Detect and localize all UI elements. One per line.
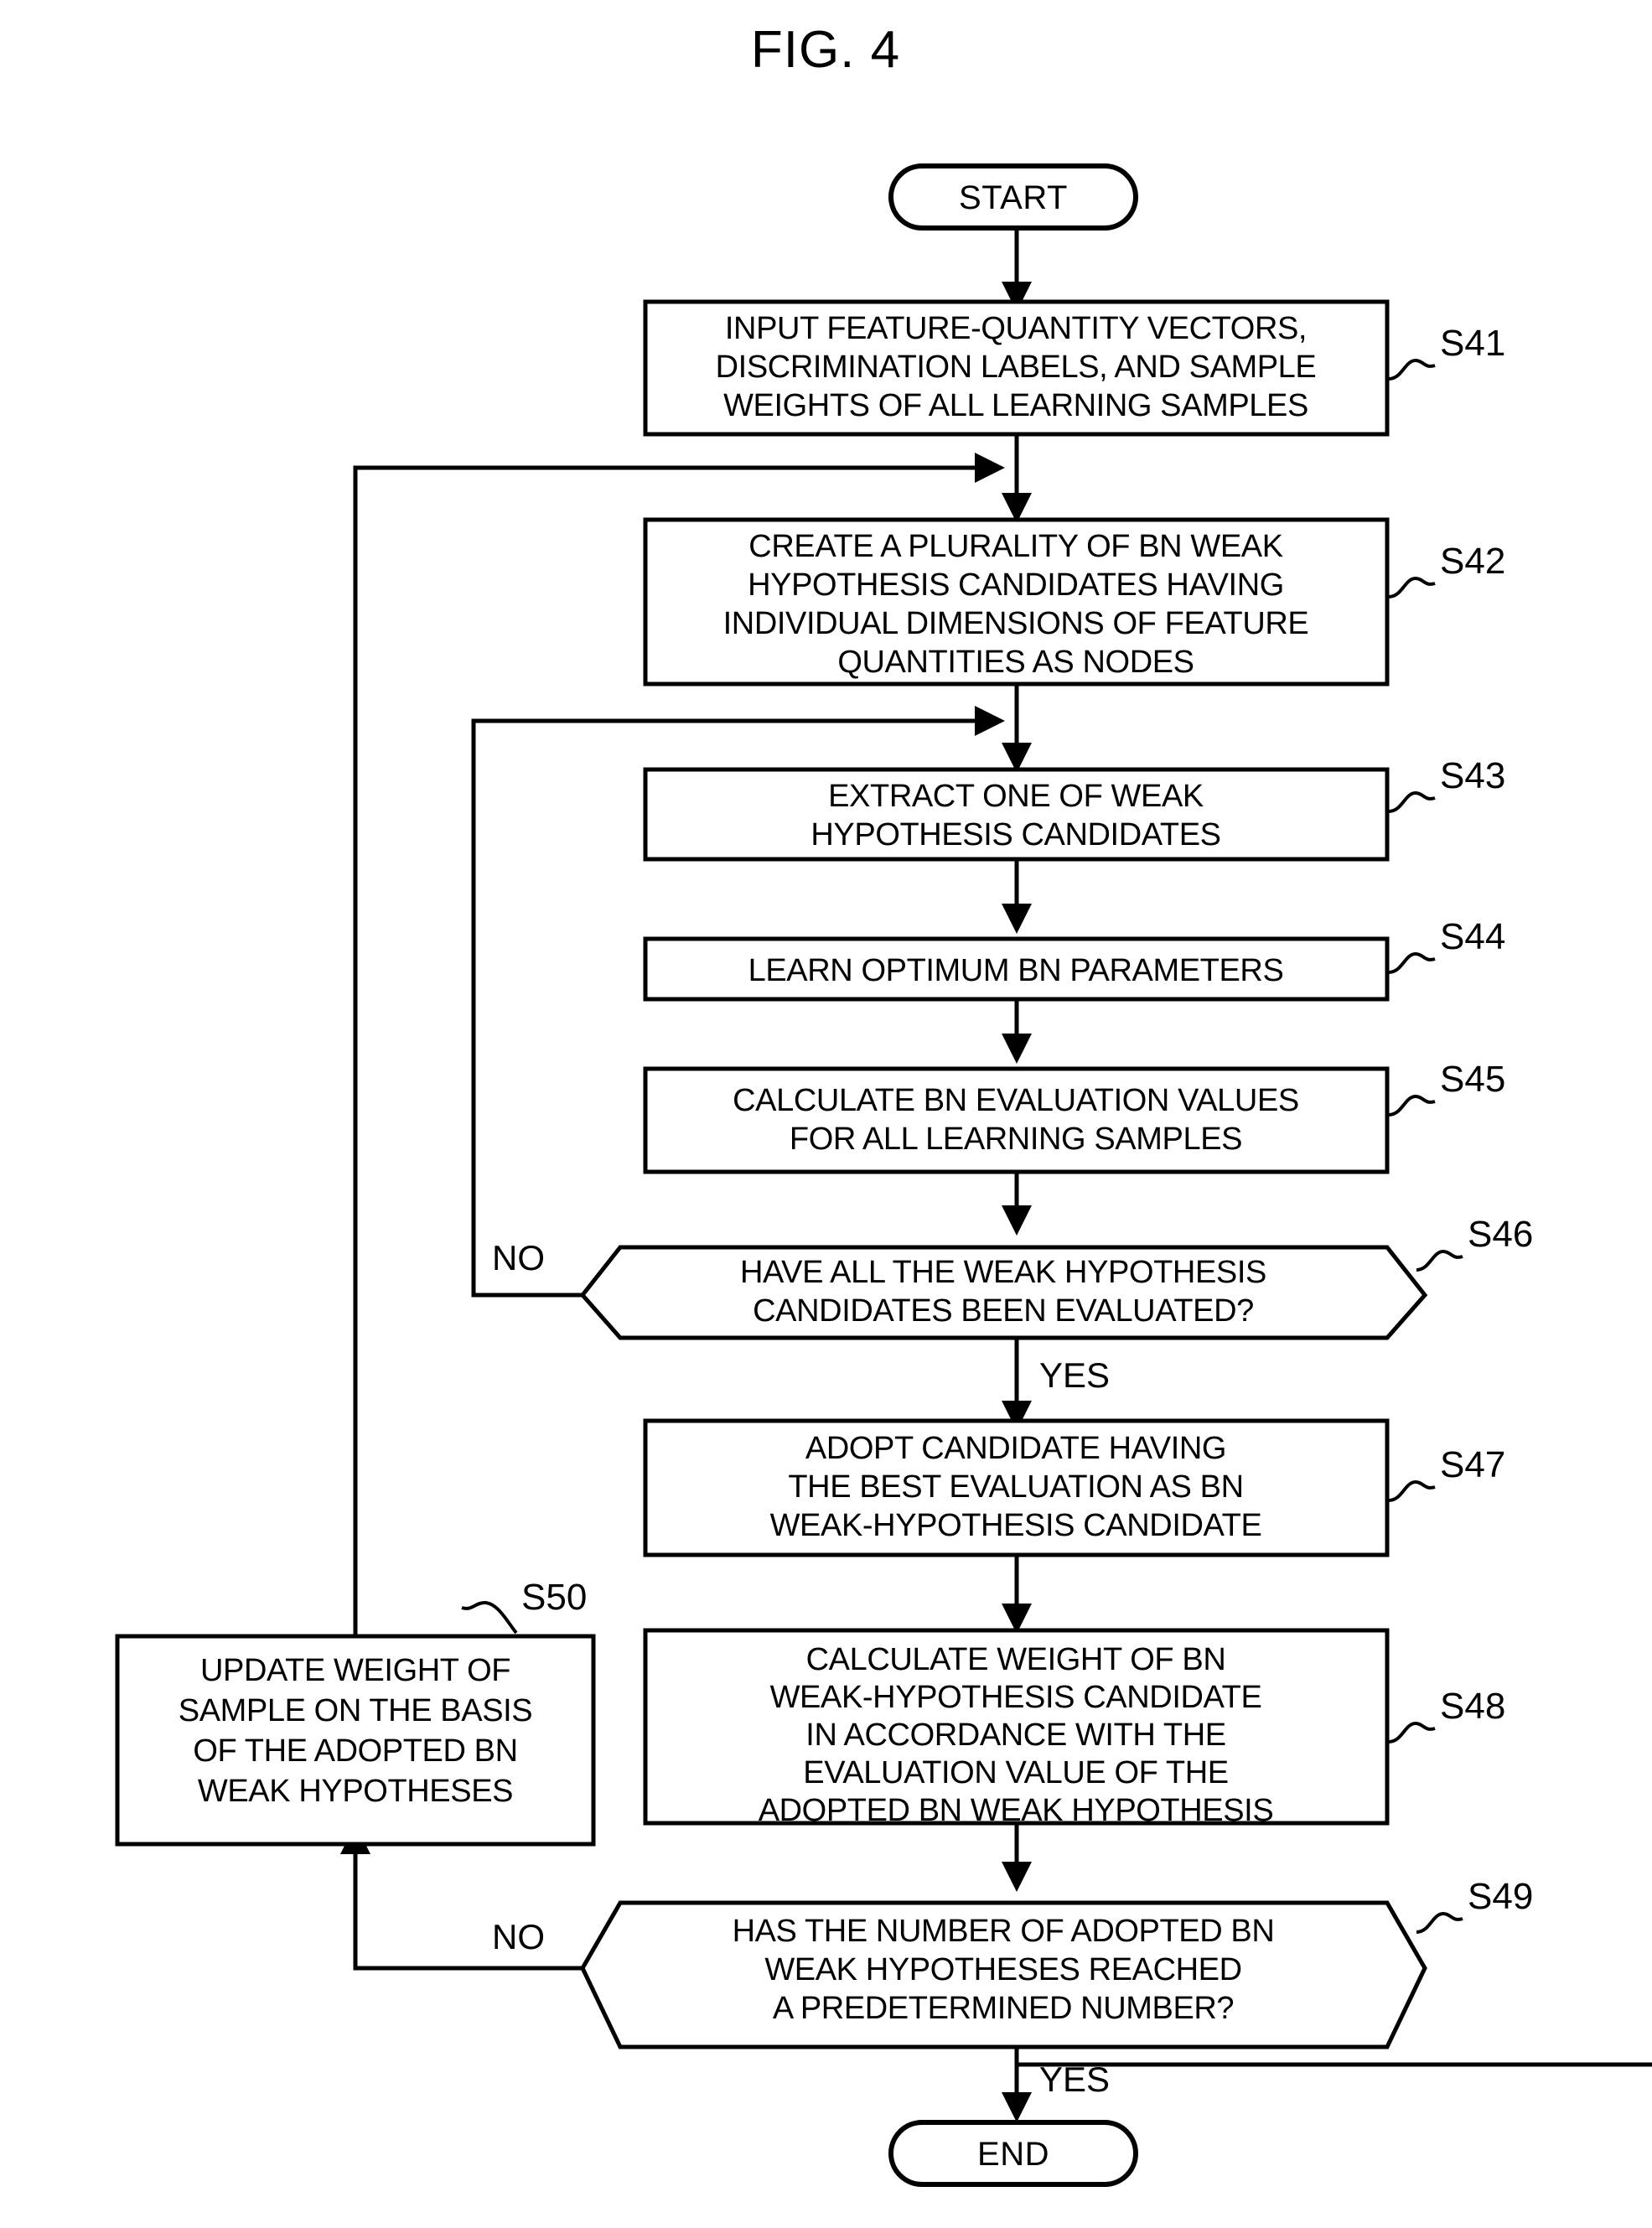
s50-line-4: WEAK HYPOTHESES [198,1774,513,1809]
s47-line-1: ADOPT CANDIDATE HAVING [805,1431,1226,1466]
s48-line-3: IN ACCORDANCE WITH THE [805,1718,1225,1753]
s50-line-2: SAMPLE ON THE BASIS [179,1693,533,1728]
connector-s47-to-s48 [1002,1555,1032,1634]
ref-label-s48: S48 [1388,1686,1505,1744]
s50-line-3: OF THE ADOPTED BN [193,1733,517,1769]
node-s43[interactable]: EXTRACT ONE OF WEAK HYPOTHESIS CANDIDATE… [643,767,1390,862]
node-s50[interactable]: UPDATE WEIGHT OF SAMPLE ON THE BASIS OF … [115,1634,596,1847]
s44-ref-text: S44 [1440,916,1505,957]
s49-line-2: WEAK HYPOTHESES REACHED [764,1952,1241,1987]
s49-ref-text: S49 [1468,1876,1533,1917]
s49-yes-label: YES [1039,2060,1110,2099]
node-s49[interactable]: HAS THE NUMBER OF ADOPTED BN WEAK HYPOTH… [580,1900,1427,2049]
s43-line-1: EXTRACT ONE OF WEAK [828,779,1204,814]
s49-no-label: NO [492,1917,545,1956]
end-label: END [977,2136,1049,2173]
ref-label-s46: S46 [1416,1214,1533,1272]
connector-s44-to-s45 [1002,999,1032,1064]
s47-line-3: WEAK-HYPOTHESIS CANDIDATE [770,1508,1262,1543]
connector-s46-yes-to-s47 [1002,1338,1032,1431]
s48-line-5: ADOPTED BN WEAK HYPOTHESIS [759,1793,1274,1828]
s42-line-3: INDIVIDUAL DIMENSIONS OF FEATURE [723,606,1309,641]
s41-line-1: INPUT FEATURE-QUANTITY VECTORS, [725,311,1307,346]
figure-title: FIG. 4 [751,21,900,79]
connector-s43-to-s44 [1002,859,1032,934]
node-s42[interactable]: CREATE A PLURALITY OF BN WEAK HYPOTHESIS… [643,517,1390,687]
s43-line-2: HYPOTHESIS CANDIDATES [810,817,1220,852]
s50-ref-text: S50 [521,1577,587,1618]
s50-line-1: UPDATE WEIGHT OF [200,1653,510,1688]
s47-ref-text: S47 [1440,1444,1505,1485]
connector-s42-to-s43 [1002,684,1032,773]
s42-line-2: HYPOTHESIS CANDIDATES HAVING [748,567,1284,603]
node-s45[interactable]: CALCULATE BN EVALUATION VALUES FOR ALL L… [643,1066,1390,1174]
s45-ref-text: S45 [1440,1059,1505,1100]
s46-line-1: HAVE ALL THE WEAK HYPOTHESIS [740,1255,1266,1290]
s47-line-2: THE BEST EVALUATION AS BN [788,1469,1243,1505]
node-s47[interactable]: ADOPT CANDIDATE HAVING THE BEST EVALUATI… [643,1418,1390,1557]
ref-label-s42: S42 [1388,541,1505,598]
s42-ref-text: S42 [1440,541,1505,582]
s41-line-3: WEIGHTS OF ALL LEARNING SAMPLES [723,388,1308,423]
s46-no-label: NO [492,1238,545,1277]
s41-line-2: DISCRIMINATION LABELS, AND SAMPLE [716,350,1317,385]
s41-ref-text: S41 [1440,323,1505,364]
ref-label-s44: S44 [1388,916,1505,974]
ref-label-s47: S47 [1388,1444,1505,1502]
s42-line-4: QUANTITIES AS NODES [837,645,1194,680]
ref-label-s49: S49 [1416,1876,1533,1934]
connector-s45-to-s46 [1002,1172,1032,1236]
s48-line-1: CALCULATE WEIGHT OF BN [806,1642,1226,1677]
node-s44[interactable]: LEARN OPTIMUM BN PARAMETERS [643,936,1390,1002]
s48-line-4: EVALUATION VALUE OF THE [803,1755,1228,1790]
s46-line-2: CANDIDATES BEEN EVALUATED? [753,1293,1254,1329]
node-s41[interactable]: INPUT FEATURE-QUANTITY VECTORS, DISCRIMI… [643,299,1390,437]
node-s46[interactable]: HAVE ALL THE WEAK HYPOTHESIS CANDIDATES … [579,1245,1428,1340]
connector-s48-to-s49 [1002,1823,1032,1892]
connector-start-to-s41 [1002,228,1032,312]
flowchart-diagram: FIG. 4 START INPUT FEATURE-QUANTITY VECT… [115,21,1652,2187]
node-s48[interactable]: CALCULATE WEIGHT OF BN WEAK-HYPOTHESIS C… [643,1628,1390,1828]
s44-line-1: LEARN OPTIMUM BN PARAMETERS [748,953,1284,988]
start-label: START [959,179,1068,216]
s45-line-2: FOR ALL LEARNING SAMPLES [790,1122,1242,1157]
s43-ref-text: S43 [1440,755,1505,796]
ref-label-s45: S45 [1388,1059,1505,1117]
s46-yes-label: YES [1039,1355,1110,1395]
ref-label-s41: S41 [1388,323,1505,381]
s42-line-1: CREATE A PLURALITY OF BN WEAK [748,529,1282,564]
s45-line-1: CALCULATE BN EVALUATION VALUES [733,1083,1299,1118]
s48-line-2: WEAK-HYPOTHESIS CANDIDATE [770,1680,1262,1715]
s49-line-3: A PREDETERMINED NUMBER? [773,1991,1234,2026]
s48-ref-text: S48 [1440,1686,1505,1727]
ref-label-s43: S43 [1388,755,1505,813]
connector-s41-to-s42 [1002,434,1032,523]
figure-root: FIG. 4 START INPUT FEATURE-QUANTITY VECT… [0,0,1652,2228]
node-start[interactable]: START [888,163,1138,231]
s49-line-1: HAS THE NUMBER OF ADOPTED BN [733,1914,1275,1949]
s46-ref-text: S46 [1468,1214,1533,1255]
ref-label-s50: S50 [461,1577,587,1635]
node-end[interactable]: END [888,2120,1138,2187]
